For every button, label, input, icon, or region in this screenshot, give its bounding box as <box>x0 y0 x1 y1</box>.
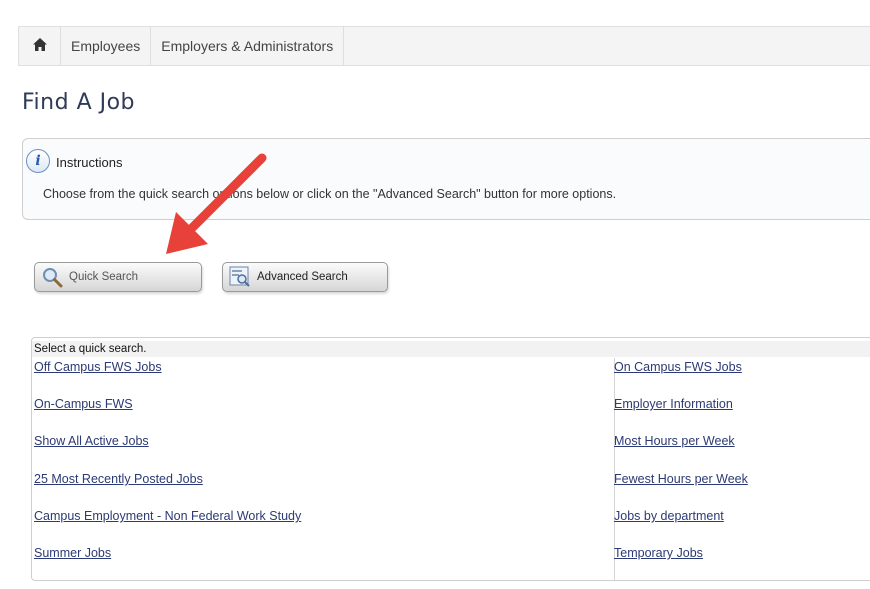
quick-search-label: Quick Search <box>69 271 139 283</box>
nav-home[interactable] <box>19 27 61 65</box>
quick-search-button[interactable]: Quick Search <box>34 262 202 292</box>
instructions-text: Choose from the quick search options bel… <box>43 187 617 201</box>
instructions-panel: i Instructions Choose from the quick sea… <box>22 138 870 220</box>
nav-employees[interactable]: Employees <box>61 27 152 65</box>
nav-employers-administrators[interactable]: Employers & Administrators <box>151 27 345 65</box>
quick-search-link[interactable]: Campus Employment - Non Federal Work Stu… <box>34 509 301 523</box>
quick-search-link[interactable]: On Campus FWS Jobs <box>614 360 742 374</box>
quick-search-link[interactable]: On-Campus FWS <box>34 397 133 411</box>
quick-search-link[interactable]: Off Campus FWS Jobs <box>34 360 162 374</box>
advanced-search-icon <box>229 266 251 288</box>
magnifier-icon <box>41 266 63 288</box>
quick-search-link[interactable]: 25 Most Recently Posted Jobs <box>34 472 203 486</box>
quick-search-link[interactable]: Employer Information <box>614 397 733 411</box>
quick-search-link[interactable]: Most Hours per Week <box>614 434 735 448</box>
advanced-search-button[interactable]: Advanced Search <box>222 262 388 292</box>
info-icon: i <box>26 149 50 173</box>
quick-search-panel: Select a quick search. Off Campus FWS Jo… <box>31 337 870 581</box>
quick-search-header: Select a quick search. <box>32 341 870 357</box>
top-strip <box>0 0 870 22</box>
page-title: Find A Job <box>22 90 136 115</box>
quick-search-link[interactable]: Jobs by department <box>614 509 724 523</box>
instructions-title: Instructions <box>56 155 123 170</box>
quick-search-link[interactable]: Fewest Hours per Week <box>614 472 748 486</box>
home-icon <box>32 38 47 54</box>
quick-search-link[interactable]: Summer Jobs <box>34 546 111 560</box>
quick-search-link[interactable]: Temporary Jobs <box>614 546 703 560</box>
advanced-search-label: Advanced Search <box>257 271 348 283</box>
top-navigation: Employees Employers & Administrators <box>18 26 870 66</box>
quick-search-link[interactable]: Show All Active Jobs <box>34 434 149 448</box>
